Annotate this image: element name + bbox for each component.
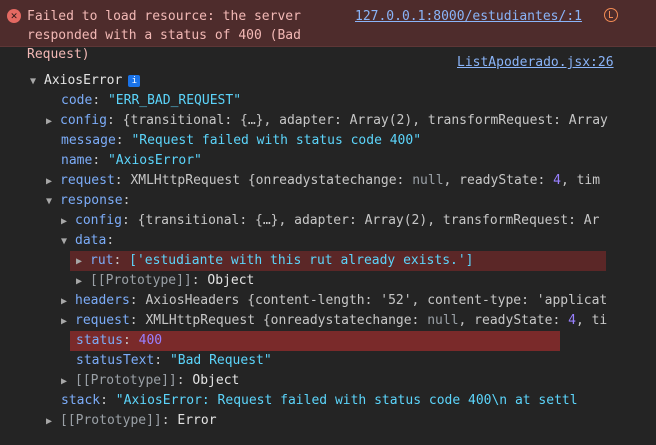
root-prototype-key: [[Prototype]] [60,413,162,428]
config-preview: {transitional: {…}, adapter: Array(2), t… [122,113,608,128]
source-file-link[interactable]: ListApoderado.jsx:26 [457,55,614,70]
error-text: Failed to load resource: the server resp… [27,9,301,62]
tree-row-message: message: "Request failed with status cod… [61,133,422,148]
expanded-caret-icon[interactable]: ▼ [30,72,44,91]
info-icon[interactable]: i [128,75,141,87]
collapsed-caret-icon[interactable]: ▶ [61,292,75,311]
error-icon: ✕ [7,9,21,23]
response-request-null: null [427,313,459,328]
message-key: message [61,133,116,148]
response-request-readystate: 4 [568,313,576,328]
headers-key: headers [75,293,130,308]
statustext-value: "Bad Request" [169,353,272,368]
collapsed-caret-icon[interactable]: ▶ [61,212,75,231]
code-key: code [61,93,93,108]
root-label: AxiosError [44,73,123,88]
collapsed-caret-icon[interactable]: ▶ [46,112,60,131]
stack-key: stack [61,393,101,408]
response-config-key: config [75,213,122,228]
tree-row-stack: stack: "AxiosError: Request failed with … [61,393,578,408]
tree-row-request[interactable]: ▶ request: XMLHttpRequest {onreadystatech… [0,171,656,191]
root-prototype-value: Error [177,413,217,428]
tree-row-response-config[interactable]: ▶ config: {transitional: {…}, adapter: Ar… [0,211,656,231]
tree-row-response-prototype[interactable]: ▶ [[Prototype]]: Object [0,371,656,391]
response-key: response [60,193,123,208]
collapsed-caret-icon[interactable]: ▶ [76,272,90,291]
tree-row-name: name: "AxiosError" [61,153,202,168]
status-value: 400 [138,333,163,348]
tree-row-statustext: statusText: "Bad Request" [76,353,272,368]
data-prototype-key: [[Prototype]] [90,273,192,288]
tree-row-response[interactable]: ▼ response: [0,191,656,211]
tree-row-data-prototype[interactable]: ▶ [[Prototype]]: Object [0,271,656,291]
status-key: status [76,333,123,348]
tree-row-rut[interactable]: ▶ rut: ['estudiante with this rut already… [0,251,656,271]
collapsed-caret-icon[interactable]: ▶ [61,312,75,331]
console-error-message: ✕ Failed to load resource: the server re… [0,0,656,62]
stack-value: "AxiosError: Request failed with status … [115,393,578,408]
tree-row-root[interactable]: ▼ AxiosError i [0,71,656,91]
response-prototype-value: Object [192,373,240,388]
config-key: config [60,113,107,128]
response-request-key: request [75,313,130,328]
request-preview: XMLHttpRequest {onreadystatechange: [130,173,413,188]
request-preview-3: , tim [560,173,601,188]
collapsed-caret-icon[interactable]: ▶ [76,252,90,271]
tree-row-response-request[interactable]: ▶ request: XMLHttpRequest {onreadystatech… [0,311,656,331]
expanded-caret-icon[interactable]: ▼ [61,232,75,251]
code-value: "ERR_BAD_REQUEST" [107,93,242,108]
name-key: name [61,153,93,168]
rut-value: ['estudiante with this rut already exist… [129,253,474,268]
tree-row-status: status: 400 [76,333,163,348]
tree-row-headers[interactable]: ▶ headers: AxiosHeaders {content-length: … [0,291,656,311]
rut-key: rut [90,253,114,268]
collapsed-caret-icon[interactable]: ▶ [61,372,75,391]
request-preview-2: , readyState: [443,173,554,188]
tree-row-code: code: "ERR_BAD_REQUEST" [61,93,242,108]
response-request-preview: XMLHttpRequest {onreadystatechange: [145,313,428,328]
response-config-preview: {transitional: {…}, adapter: Array(2), t… [137,213,600,228]
data-key: data [75,233,107,248]
response-request-preview-3: , ti [575,313,608,328]
name-value: "AxiosError" [107,153,202,168]
request-readystate: 4 [553,173,561,188]
tree-row-root-prototype[interactable]: ▶ [[Prototype]]: Error [0,411,656,431]
request-key: request [60,173,115,188]
response-prototype-key: [[Prototype]] [75,373,177,388]
data-prototype-value: Object [207,273,255,288]
stack-trace-icon[interactable] [604,8,618,22]
headers-preview: AxiosHeaders {content-length: '52', cont… [145,293,608,308]
expanded-caret-icon[interactable]: ▼ [46,192,60,211]
message-value: "Request failed with status code 400" [131,133,422,148]
tree-row-config[interactable]: ▶ config: {transitional: {…}, adapter: Ar… [0,111,656,131]
statustext-key: statusText [76,353,155,368]
tree-row-data[interactable]: ▼ data: [0,231,656,251]
collapsed-caret-icon[interactable]: ▶ [46,412,60,431]
response-request-preview-2: , readyState: [458,313,569,328]
collapsed-caret-icon[interactable]: ▶ [46,172,60,191]
error-source-link[interactable]: 127.0.0.1:8000/estudiantes/:1 [355,7,582,26]
request-null: null [412,173,444,188]
